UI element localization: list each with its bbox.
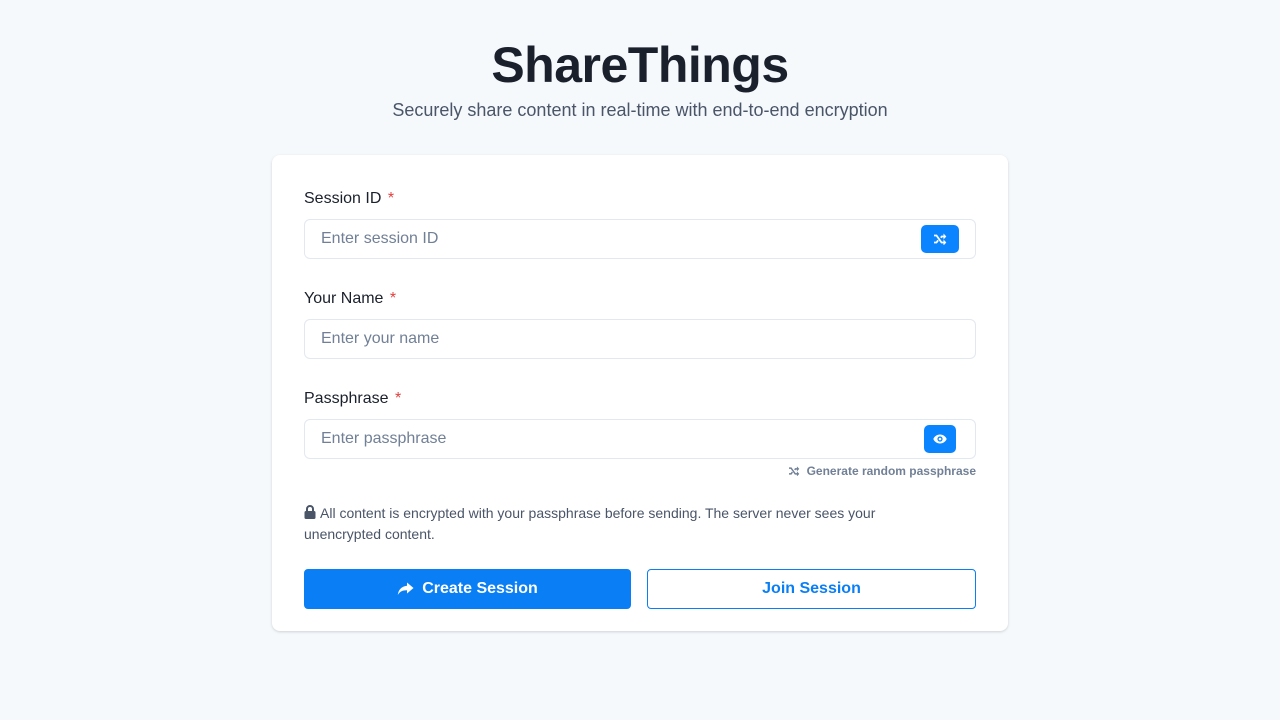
create-session-label: Create Session [422,580,538,597]
encryption-notice-text: All content is encrypted with your passp… [304,505,876,542]
session-id-label-text: Session ID [304,190,382,207]
generate-passphrase-label: Generate random passphrase [806,464,976,478]
passphrase-label-text: Passphrase [304,390,389,407]
join-session-button[interactable]: Join Session [647,569,976,609]
passphrase-field: Passphrase * Generate random passphrase [304,387,976,478]
app-subtitle: Securely share content in real-time with… [392,100,888,120]
session-id-input-wrap [304,219,976,259]
header: ShareThings Securely share content in re… [0,0,1280,121]
required-marker: * [387,190,395,207]
passphrase-input-wrap [304,419,976,459]
passphrase-input[interactable] [305,420,975,458]
share-arrow-icon [397,582,414,595]
name-field: Your Name * [304,287,976,359]
required-marker: * [394,390,402,407]
passphrase-label: Passphrase * [304,387,976,411]
toggle-passphrase-visibility-button[interactable] [924,425,956,453]
create-session-button[interactable]: Create Session [304,569,631,609]
name-input-wrap [304,319,976,359]
join-session-label: Join Session [762,580,861,597]
generate-passphrase-link[interactable]: Generate random passphrase [304,464,976,478]
form-actions: Create Session Join Session [304,569,976,609]
shuffle-icon [788,466,799,476]
session-id-input[interactable] [305,220,975,258]
session-form-card: Session ID * Your Name * [272,155,1008,631]
name-label: Your Name * [304,287,976,311]
shuffle-icon [934,233,947,245]
required-marker: * [389,290,397,307]
lock-icon [304,505,316,519]
session-id-label: Session ID * [304,187,976,211]
random-session-id-button[interactable] [921,225,959,253]
name-input[interactable] [305,320,975,358]
session-id-field: Session ID * [304,187,976,259]
eye-icon [933,434,947,444]
encryption-notice: All content is encrypted with your passp… [304,503,944,545]
name-label-text: Your Name [304,290,384,307]
app-title: ShareThings [491,37,789,93]
